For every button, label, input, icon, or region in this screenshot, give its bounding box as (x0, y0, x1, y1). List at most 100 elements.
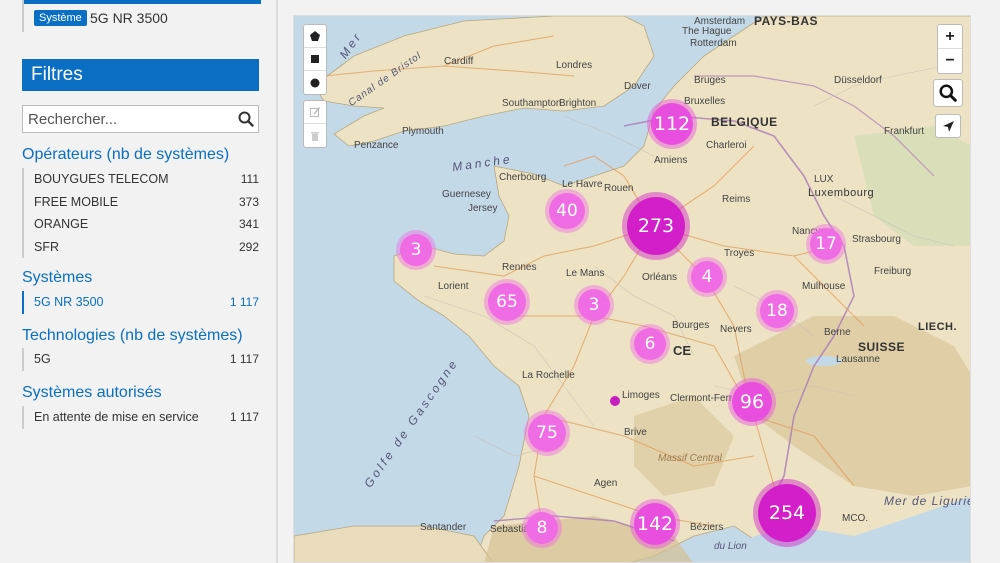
map-label: LUX (814, 174, 834, 185)
list-item-count: 341 (238, 217, 259, 232)
list-item-5g[interactable]: 5G 1 117 (24, 348, 259, 371)
list-item-free[interactable]: FREE MOBILE 373 (24, 191, 259, 214)
sidebar: Système 5G NR 3500 Filtres Opérateurs (n… (0, 0, 276, 563)
map-label: Bourges (672, 320, 710, 331)
map-label: Agen (594, 478, 618, 489)
map-label: Rotterdam (690, 38, 737, 49)
map-cluster[interactable]: 3 (578, 289, 610, 321)
list-item-orange[interactable]: ORANGE 341 (24, 213, 259, 236)
map-label: Massif Central (658, 453, 722, 464)
technologies-group-title[interactable]: Technologies (nb de systèmes) (22, 327, 243, 345)
list-item-count: 1 117 (229, 410, 259, 425)
list-item-sfr[interactable]: SFR 292 (24, 236, 259, 259)
authorized-list: En attente de mise en service 1 117 (22, 406, 259, 429)
map-panel: Amsterdam PAYS-BAS The Hague Rotterdam B… (278, 0, 1000, 563)
draw-circle-button[interactable] (304, 71, 326, 94)
map-label: Rouen (604, 183, 634, 194)
list-item-label: FREE MOBILE (34, 194, 119, 209)
map-label: The Hague (682, 26, 732, 37)
map-label: BELGIQUE (711, 115, 778, 129)
map-label: LIECH. (918, 321, 958, 333)
selected-filter-box: Système 5G NR 3500 (22, 0, 261, 32)
zoom-in-button[interactable]: + (938, 25, 962, 49)
draw-toolbar (303, 24, 327, 95)
zoom-control: + − (937, 24, 963, 74)
map-label: Lorient (438, 281, 469, 292)
map-cluster[interactable]: 4 (691, 261, 723, 293)
zoom-out-button[interactable]: − (938, 49, 962, 73)
map-label: Mer de Ligurie (884, 494, 971, 508)
authorized-group-title[interactable]: Systèmes autorisés (22, 384, 162, 402)
map-label: Berne (824, 327, 851, 338)
edit-icon (310, 107, 321, 117)
list-item-count: 111 (240, 172, 259, 187)
map-label: Düsseldorf (834, 75, 882, 86)
map-cluster[interactable]: 3 (400, 234, 432, 266)
locate-button[interactable] (935, 114, 961, 138)
delete-button[interactable] (304, 124, 326, 147)
square-icon (311, 55, 319, 63)
list-item-label: SFR (34, 239, 59, 254)
systems-group-title[interactable]: Systèmes (22, 269, 92, 287)
list-item-pending[interactable]: En attente de mise en service 1 117 (24, 406, 259, 429)
map-label: PAYS-BAS (754, 15, 819, 28)
trash-icon (311, 131, 319, 141)
list-item-count: 292 (238, 239, 259, 254)
map-label: Cardiff (444, 56, 474, 67)
map-label: CE (673, 343, 692, 358)
map-label: Le Havre (562, 179, 603, 190)
map-cluster[interactable]: 40 (549, 193, 585, 229)
map[interactable]: Amsterdam PAYS-BAS The Hague Rotterdam B… (293, 15, 971, 563)
map-label: Brighton (559, 98, 597, 109)
map-label: Penzance (354, 140, 399, 151)
draw-rectangle-button[interactable] (304, 48, 326, 71)
map-cluster[interactable]: 273 (627, 197, 685, 255)
circle-icon (310, 78, 320, 87)
map-label: Frankfurt (884, 126, 925, 137)
map-label: La Rochelle (522, 370, 575, 381)
system-tag[interactable]: Système (34, 10, 87, 26)
map-cluster[interactable]: 112 (651, 103, 693, 145)
map-label: Guernesey (442, 189, 491, 200)
map-label: Santander (420, 522, 467, 533)
map-label: Freiburg (874, 266, 912, 277)
map-label: Lausanne (836, 354, 880, 365)
map-cluster[interactable]: 17 (810, 228, 842, 260)
list-item-count: 1 117 (229, 352, 259, 367)
map-cluster[interactable]: 8 (526, 512, 558, 544)
map-label: Jersey (468, 203, 498, 214)
map-cluster[interactable]: 18 (760, 294, 794, 328)
map-cluster[interactable]: 96 (732, 382, 772, 422)
edit-button[interactable] (304, 101, 326, 124)
map-label: Limoges (622, 390, 660, 401)
map-cluster[interactable]: 142 (634, 503, 676, 545)
operators-group-title[interactable]: Opérateurs (nb de systèmes) (22, 146, 229, 164)
list-item-label: BOUYGUES TELECOM (34, 172, 169, 187)
list-item-label: ORANGE (34, 217, 89, 232)
map-label: Strasbourg (852, 234, 901, 245)
map-label: Cherbourg (499, 172, 547, 183)
search-icon (939, 84, 957, 102)
map-label: Charleroi (706, 140, 747, 151)
map-label: SUISSE (858, 340, 906, 354)
map-cluster[interactable]: 75 (528, 414, 566, 452)
draw-polygon-button[interactable] (304, 25, 326, 48)
map-label: Southampton (502, 98, 562, 109)
technologies-list: 5G 1 117 (22, 348, 259, 371)
map-label: Plymouth (402, 126, 444, 137)
map-label: Orléans (642, 272, 678, 283)
list-item-count: 1 117 (229, 295, 259, 310)
search-icon[interactable] (238, 111, 254, 127)
list-item-bouygues[interactable]: BOUYGUES TELECOM 111 (24, 168, 259, 191)
map-cluster[interactable]: 65 (488, 283, 526, 321)
list-item-5g-nr-3500[interactable]: 5G NR 3500 1 117 (24, 291, 259, 314)
list-item-label: 5G NR 3500 (34, 295, 104, 310)
operators-list: BOUYGUES TELECOM 111 FREE MOBILE 373 ORANG… (22, 168, 259, 258)
map-cluster[interactable]: 6 (634, 328, 666, 360)
map-search-button[interactable] (933, 79, 963, 107)
search-input[interactable] (23, 106, 223, 132)
map-label: Rennes (502, 262, 537, 273)
map-cluster[interactable]: 254 (758, 484, 816, 542)
filters-header: Filtres (22, 59, 259, 91)
map-marker[interactable] (610, 396, 620, 406)
